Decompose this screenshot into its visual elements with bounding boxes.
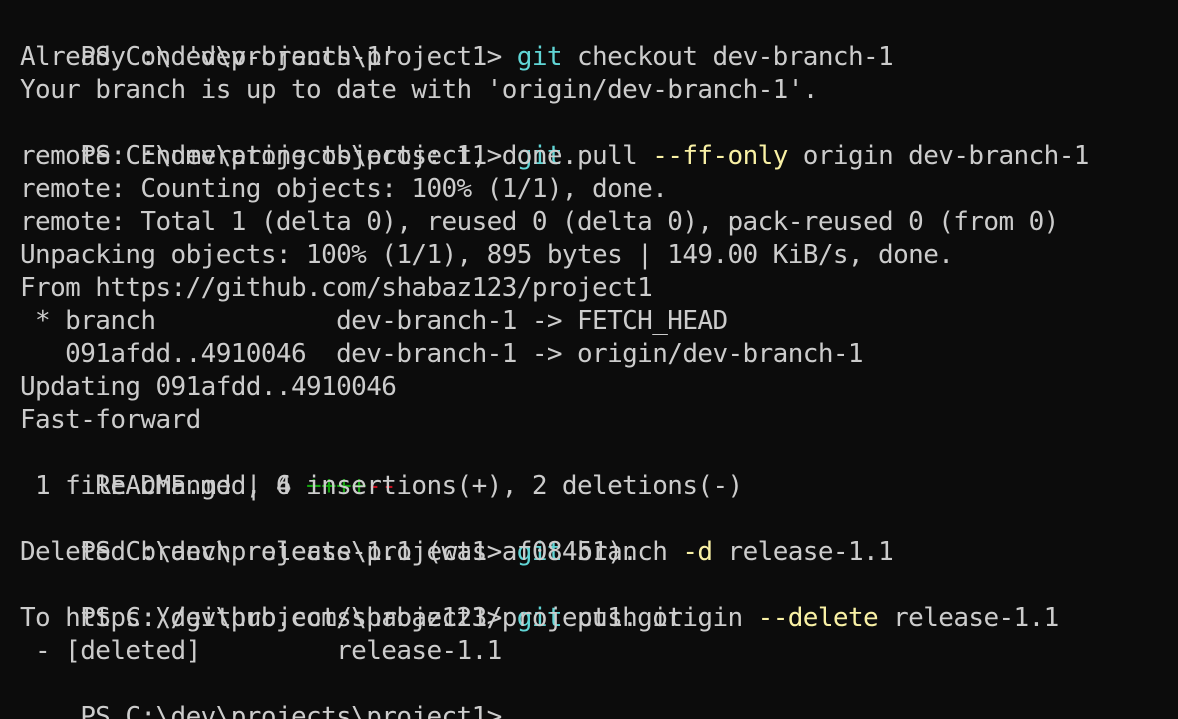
output-line: Your branch is up to date with 'origin/d… [20,75,818,105]
output-line: Updating 091afdd..4910046 [20,372,397,402]
command-args: checkout dev-branch-1 [561,42,894,72]
output-line: Deleted branch release-1.1 (was af08451)… [20,537,638,567]
command-name: git [516,42,563,72]
command-args: origin dev-branch-1 [787,141,1090,171]
command-line: PS C:\dev\projects\project1> git branch … [20,503,1178,567]
output-line: * branch dev-branch-1 -> FETCH_HEAD [20,306,728,336]
command-flag: -d [682,537,713,567]
output-line: Unpacking objects: 100% (1/1), 895 bytes… [20,240,954,270]
command-line: PS C:\dev\projects\project1> git push or… [20,569,1178,633]
active-prompt-line[interactable]: PS C:\dev\projects\project1> [20,668,1178,719]
prompt: PS C:\dev\projects\project1> [80,702,517,719]
command-flag: --delete [757,603,879,633]
output-line: remote: Counting objects: 100% (1/1), do… [20,174,668,204]
output-line: From https://github.com/shabaz123/projec… [20,273,653,303]
output-line: 1 file changed, 4 insertions(+), 2 delet… [20,471,743,501]
command-args: release-1.1 [878,603,1059,633]
output-line: remote: Total 1 (delta 0), reused 0 (del… [20,207,1059,237]
command-line: PS C:\dev\projects\project1> git checkou… [20,8,1178,72]
command-args: release-1.1 [712,537,894,567]
cursor[interactable] [517,705,531,719]
command-line: PS C:\dev\projects\project1> git pull --… [20,107,1178,171]
output-line: - [deleted] release-1.1 [20,636,502,666]
diffstat-line: README.md | 6 ++++-- [20,437,1178,501]
output-line: 091afdd..4910046 dev-branch-1 -> origin/… [20,339,863,369]
terminal-window[interactable]: PS C:\dev\projects\project1> git checkou… [0,0,1178,719]
command-flag: --ff-only [652,141,788,171]
output-line: Fast-forward [20,405,201,435]
